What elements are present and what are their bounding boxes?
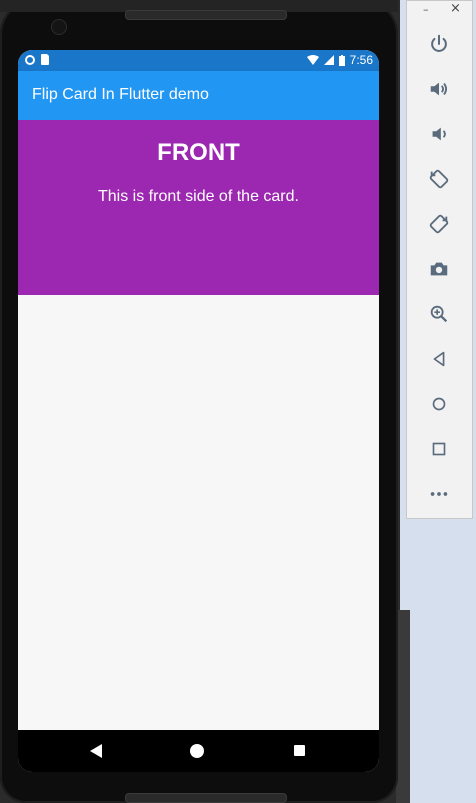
more-icon[interactable] bbox=[427, 482, 451, 506]
wifi-icon bbox=[306, 55, 319, 65]
desktop-edge bbox=[396, 610, 410, 803]
power-icon[interactable] bbox=[427, 32, 451, 56]
camera-icon[interactable] bbox=[427, 257, 451, 281]
rotate-right-icon[interactable] bbox=[427, 212, 451, 236]
zoom-icon[interactable] bbox=[427, 302, 451, 326]
volume-up-icon[interactable] bbox=[427, 77, 451, 101]
navigation-bar bbox=[18, 730, 379, 772]
card-title: FRONT bbox=[157, 139, 240, 166]
flip-card-front[interactable]: FRONT This is front side of the card. bbox=[18, 120, 379, 295]
close-button[interactable]: × bbox=[450, 1, 461, 16]
app-bar: Flip Card In Flutter demo bbox=[18, 71, 379, 120]
back-icon[interactable] bbox=[427, 347, 451, 371]
home-icon[interactable] bbox=[427, 392, 451, 416]
app-bar-title: Flip Card In Flutter demo bbox=[32, 86, 209, 103]
signal-icon bbox=[323, 55, 334, 65]
volume-down-icon[interactable] bbox=[427, 122, 451, 146]
notification-circle-icon bbox=[25, 54, 35, 65]
status-bar: 7:56 bbox=[18, 50, 379, 71]
rotate-left-icon[interactable] bbox=[427, 167, 451, 191]
minimize-button[interactable]: – bbox=[423, 3, 429, 16]
battery-icon bbox=[338, 54, 345, 66]
bottom-speaker bbox=[125, 793, 287, 803]
phone-screen: 7:56 Flip Card In Flutter demo FRONT Thi… bbox=[18, 50, 379, 772]
back-icon[interactable] bbox=[90, 744, 102, 758]
top-speaker bbox=[125, 10, 287, 20]
overview-icon[interactable] bbox=[427, 437, 451, 461]
recents-icon[interactable] bbox=[294, 745, 305, 756]
front-camera bbox=[51, 19, 67, 35]
home-icon[interactable] bbox=[190, 744, 204, 758]
card-text: This is front side of the card. bbox=[98, 188, 299, 205]
phone-frame: 7:56 Flip Card In Flutter demo FRONT Thi… bbox=[0, 0, 398, 803]
status-time: 7:56 bbox=[349, 53, 373, 67]
emulator-toolbar: – × bbox=[406, 0, 473, 519]
sd-card-icon bbox=[41, 54, 49, 65]
